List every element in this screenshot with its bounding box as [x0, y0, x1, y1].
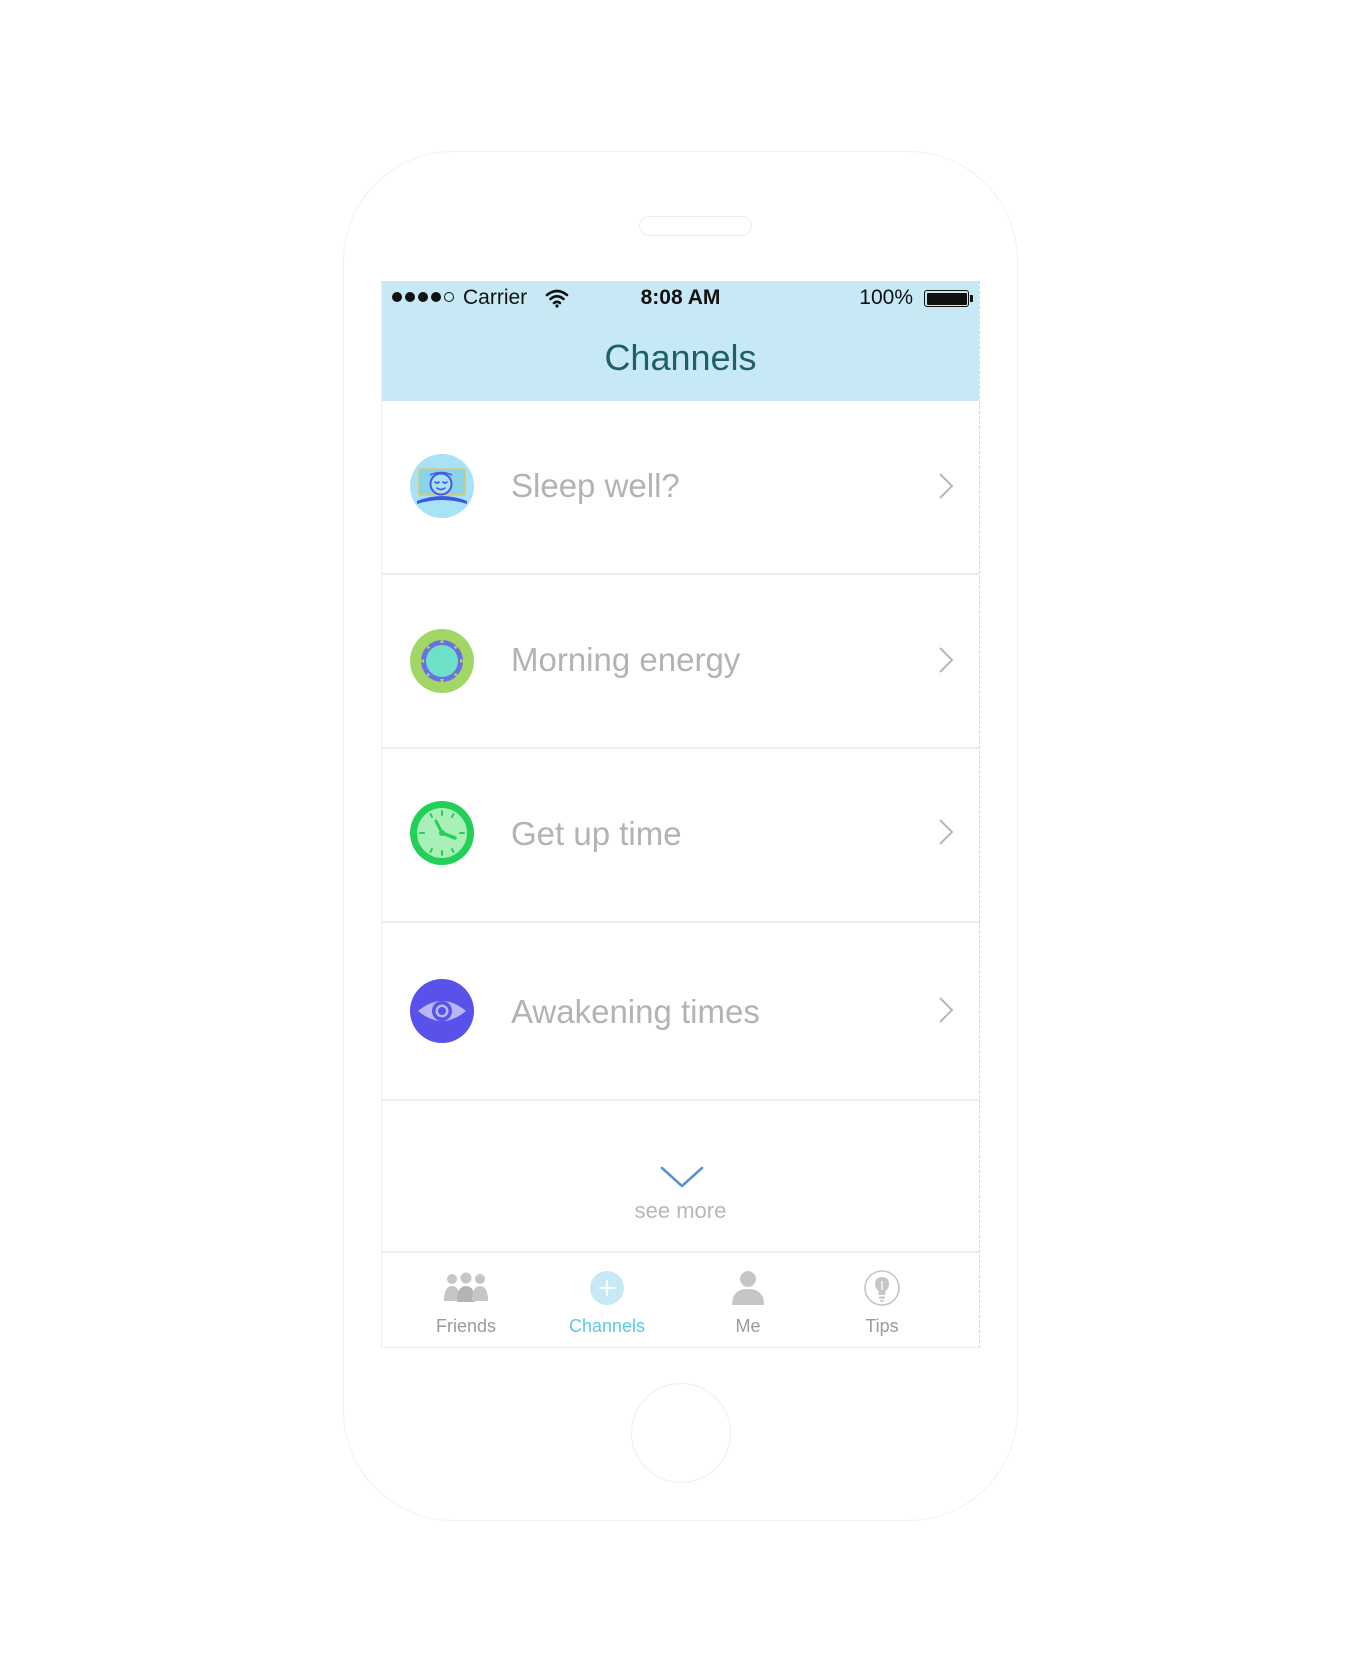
chevron-down-icon[interactable]: [660, 1165, 704, 1189]
tab-channels[interactable]: Channels: [547, 1253, 667, 1347]
app-screen: Carrier 8:08 AM 100% Channels Sleep well…: [381, 281, 980, 1348]
tab-me[interactable]: Me: [688, 1253, 808, 1347]
home-button[interactable]: [631, 1383, 731, 1483]
tab-bar: Friends Channels Me Tips: [382, 1251, 979, 1347]
header: Carrier 8:08 AM 100% Channels: [382, 281, 979, 401]
channel-label: Sleep well?: [511, 467, 680, 504]
channel-label: Awakening times: [511, 993, 760, 1030]
chevron-right-icon: [939, 647, 954, 673]
see-more-link[interactable]: see more: [382, 1198, 979, 1224]
channel-row-morning-energy[interactable]: Morning energy: [382, 575, 979, 749]
friends-icon: [444, 1272, 488, 1302]
battery-percent: 100%: [859, 286, 913, 309]
battery-icon: [924, 290, 969, 307]
person-icon: [732, 1271, 764, 1305]
status-bar: Carrier 8:08 AM 100%: [382, 281, 979, 317]
tab-label: Tips: [865, 1316, 899, 1336]
sun-icon: [410, 629, 474, 693]
channel-label: Get up time: [511, 815, 682, 852]
page-title: Channels: [604, 337, 757, 378]
chevron-right-icon: [939, 819, 954, 845]
tab-tips[interactable]: Tips: [822, 1253, 942, 1347]
tab-label: Channels: [568, 1316, 646, 1336]
channel-row-awakening-times[interactable]: Awakening times: [382, 923, 979, 1101]
clock-icon: [410, 801, 474, 865]
chevron-right-icon: [939, 997, 954, 1023]
phone-speaker: [639, 216, 752, 236]
plus-circle-icon: [590, 1271, 624, 1305]
tab-friends[interactable]: Friends: [406, 1253, 526, 1347]
lightbulb-icon: [864, 1270, 900, 1306]
chevron-right-icon: [939, 473, 954, 499]
channel-row-sleep-well[interactable]: Sleep well?: [382, 401, 979, 575]
eye-icon: [410, 979, 474, 1043]
battery-cap: [970, 295, 973, 302]
sleeping-face-icon: [410, 454, 474, 518]
tab-label: Friends: [435, 1316, 497, 1336]
channel-row-get-up-time[interactable]: Get up time: [382, 749, 979, 923]
channel-label: Morning energy: [511, 641, 741, 678]
tab-label: Me: [735, 1316, 761, 1336]
